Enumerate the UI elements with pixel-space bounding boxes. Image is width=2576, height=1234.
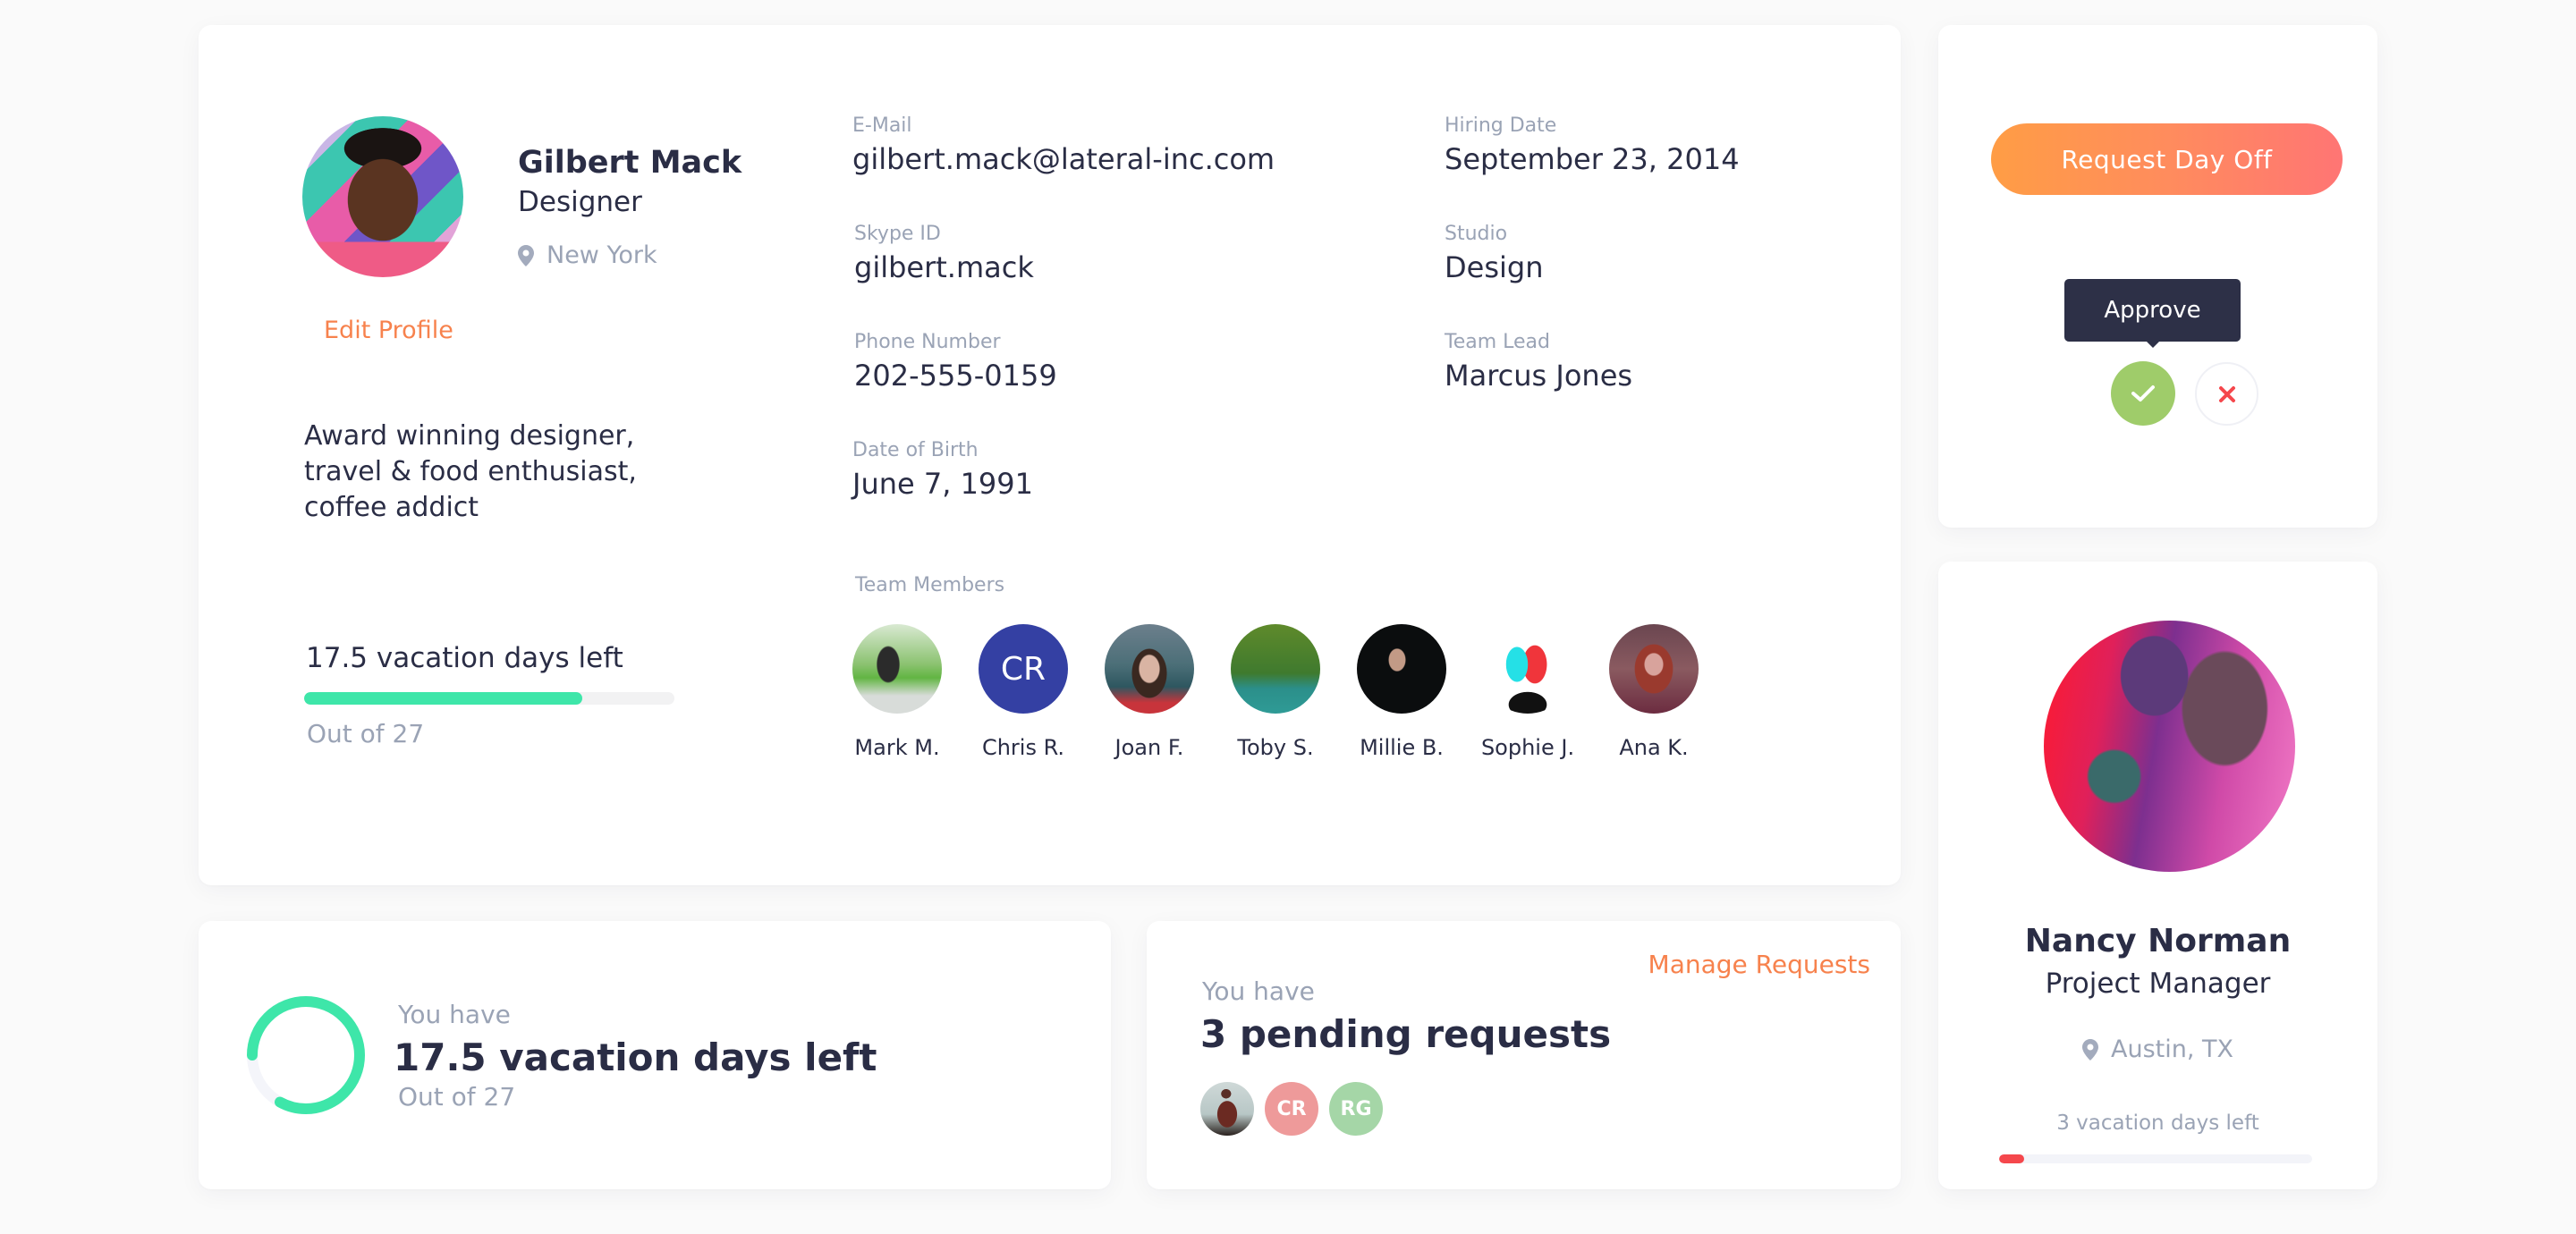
field-phone-number: Phone Number 202-555-0159 [854, 331, 1057, 393]
team-member-avatar[interactable] [1609, 624, 1699, 714]
field-team-lead: Team Lead Marcus Jones [1445, 331, 1632, 393]
pending-requests-count: 3 pending requests [1200, 1012, 1612, 1056]
field-label: Skype ID [854, 223, 941, 245]
field-label: Date of Birth [852, 439, 979, 461]
manage-requests-link[interactable]: Manage Requests [1648, 950, 1870, 979]
team-member[interactable]: Millie B. [1357, 624, 1446, 760]
approve-button[interactable] [2111, 361, 2175, 426]
team-member-avatar[interactable]: CR [979, 624, 1068, 714]
vacation-ring-chart [247, 996, 365, 1114]
close-icon [2218, 385, 2235, 402]
field-label: Team Lead [1445, 331, 1550, 353]
manager-vacation-bar [1999, 1154, 2312, 1163]
manager-location: Austin, TX [1938, 1035, 2377, 1063]
field-value: September 23, 2014 [1445, 142, 1740, 176]
profile-location-text: New York [547, 241, 657, 269]
profile-location: New York [518, 241, 657, 269]
team-member-name: Chris R. [981, 735, 1065, 760]
manager-vacation-fill [1999, 1154, 2024, 1163]
requester-avatar[interactable] [1200, 1082, 1254, 1136]
manager-vacation-label: 3 vacation days left [2056, 1111, 2259, 1135]
team-member-name: Mark M. [854, 735, 940, 760]
field-label: E-Mail [852, 114, 912, 137]
team-member-avatar[interactable] [1105, 624, 1194, 714]
team-member-name: Toby S. [1237, 735, 1314, 760]
field-label: Studio [1445, 223, 1508, 245]
team-members-label: Team Members [855, 574, 1005, 596]
profile-avatar [302, 116, 463, 277]
manager-card: Nancy Norman Project Manager Austin, TX … [1938, 562, 2377, 1189]
vacation-progress-bar [304, 692, 674, 705]
vacation-summary-value: 17.5 vacation days left [394, 1035, 877, 1079]
manager-name: Nancy Norman [2024, 923, 2292, 959]
field-label: Phone Number [854, 331, 1001, 353]
team-member[interactable]: Ana K. [1609, 624, 1699, 760]
vacation-progress-fill [304, 692, 582, 705]
team-member-avatar[interactable] [1483, 624, 1572, 714]
field-value: gilbert.mack [854, 250, 1034, 284]
team-member-avatar[interactable] [1357, 624, 1446, 714]
team-member[interactable]: Sophie J. [1480, 624, 1575, 760]
team-member[interactable]: Joan F. [1105, 624, 1194, 760]
vacation-days-label: 17.5 vacation days left [306, 642, 623, 674]
request-day-off-button[interactable]: Request Day Off [1991, 123, 2343, 195]
field-value: Marcus Jones [1445, 359, 1633, 393]
profile-name: Gilbert Mack [518, 145, 742, 181]
requests-prefix: You have [1202, 976, 1315, 1006]
reject-button[interactable] [2195, 362, 2258, 426]
team-member[interactable]: Toby S. [1231, 624, 1320, 760]
vacation-summary-card: You have 17.5 vacation days left Out of … [199, 921, 1111, 1189]
requester-avatar[interactable]: CR [1265, 1082, 1318, 1136]
team-member-avatar[interactable] [852, 624, 942, 714]
location-pin-icon [2081, 1038, 2098, 1061]
team-members-list: Mark M. CR Chris R. Joan F. Toby S. Mill… [852, 624, 1699, 760]
team-member-name: Joan F. [1114, 735, 1184, 760]
field-value: 202-555-0159 [854, 359, 1057, 393]
manager-avatar [2044, 621, 2295, 872]
field-email: E-Mail gilbert.mack@lateral-inc.com [852, 114, 1275, 176]
pending-requests-card: Manage Requests You have 3 pending reque… [1147, 921, 1901, 1189]
field-hiring-date: Hiring Date September 23, 2014 [1445, 114, 1740, 176]
approve-tooltip: Approve [2064, 279, 2241, 348]
field-skype-id: Skype ID gilbert.mack [854, 223, 1034, 284]
edit-profile-link[interactable]: Edit Profile [324, 317, 453, 344]
requester-avatar[interactable]: RG [1329, 1082, 1383, 1136]
team-member-avatar[interactable] [1231, 624, 1320, 714]
vacation-total: Out of 27 [307, 719, 425, 748]
profile-bio: Award winning designer, travel & food en… [304, 420, 637, 523]
field-value: Design [1445, 250, 1544, 284]
check-icon [2131, 385, 2155, 401]
team-member-name: Ana K. [1619, 735, 1689, 760]
manager-location-text: Austin, TX [2110, 1035, 2233, 1063]
team-member[interactable]: Mark M. [852, 624, 942, 760]
team-member[interactable]: CR Chris R. [979, 624, 1068, 760]
field-studio: Studio Design [1445, 223, 1543, 284]
field-date-of-birth: Date of Birth June 7, 1991 [852, 439, 1033, 501]
field-label: Hiring Date [1445, 114, 1557, 137]
team-member-name: Sophie J. [1480, 735, 1575, 760]
vacation-summary-total: Out of 27 [398, 1082, 516, 1111]
location-pin-icon [518, 244, 534, 266]
profile-card: Gilbert Mack Designer New York Edit Prof… [199, 25, 1901, 885]
field-value: June 7, 1991 [852, 467, 1033, 501]
vacation-summary-prefix: You have [398, 1000, 511, 1029]
team-member-name: Millie B. [1360, 735, 1444, 760]
manager-role: Project Manager [2045, 968, 2271, 1000]
profile-role: Designer [518, 186, 642, 218]
requester-avatars: CR RG [1200, 1082, 1383, 1136]
actions-card: Request Day Off Approve [1938, 25, 2377, 528]
field-value[interactable]: gilbert.mack@lateral-inc.com [852, 142, 1275, 176]
